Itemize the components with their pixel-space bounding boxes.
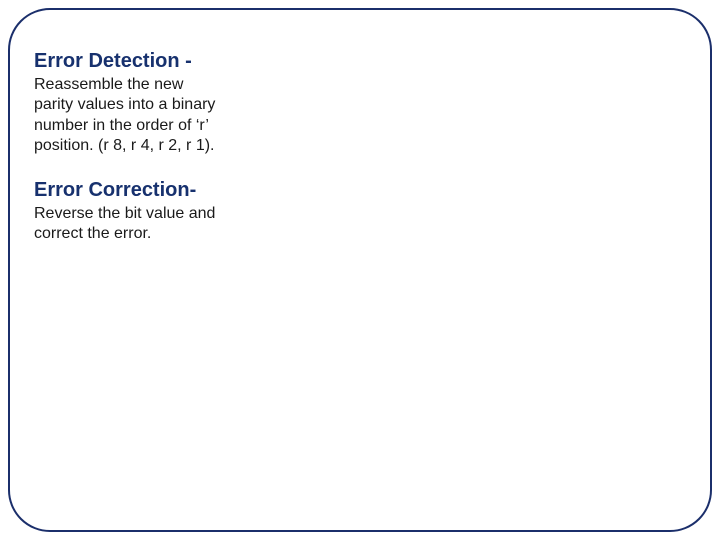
section-1-title: Error Detection - — [34, 50, 224, 73]
section-2-body: Reverse the bit value and correct the er… — [34, 204, 224, 245]
text-column: Error Detection - Reassemble the new par… — [34, 50, 224, 245]
slide-frame: Error Detection - Reassemble the new par… — [8, 8, 712, 532]
section-2-title: Error Correction- — [34, 179, 224, 202]
section-1-body: Reassemble the new parity values into a … — [34, 75, 224, 157]
slide: Error Detection - Reassemble the new par… — [0, 0, 720, 540]
